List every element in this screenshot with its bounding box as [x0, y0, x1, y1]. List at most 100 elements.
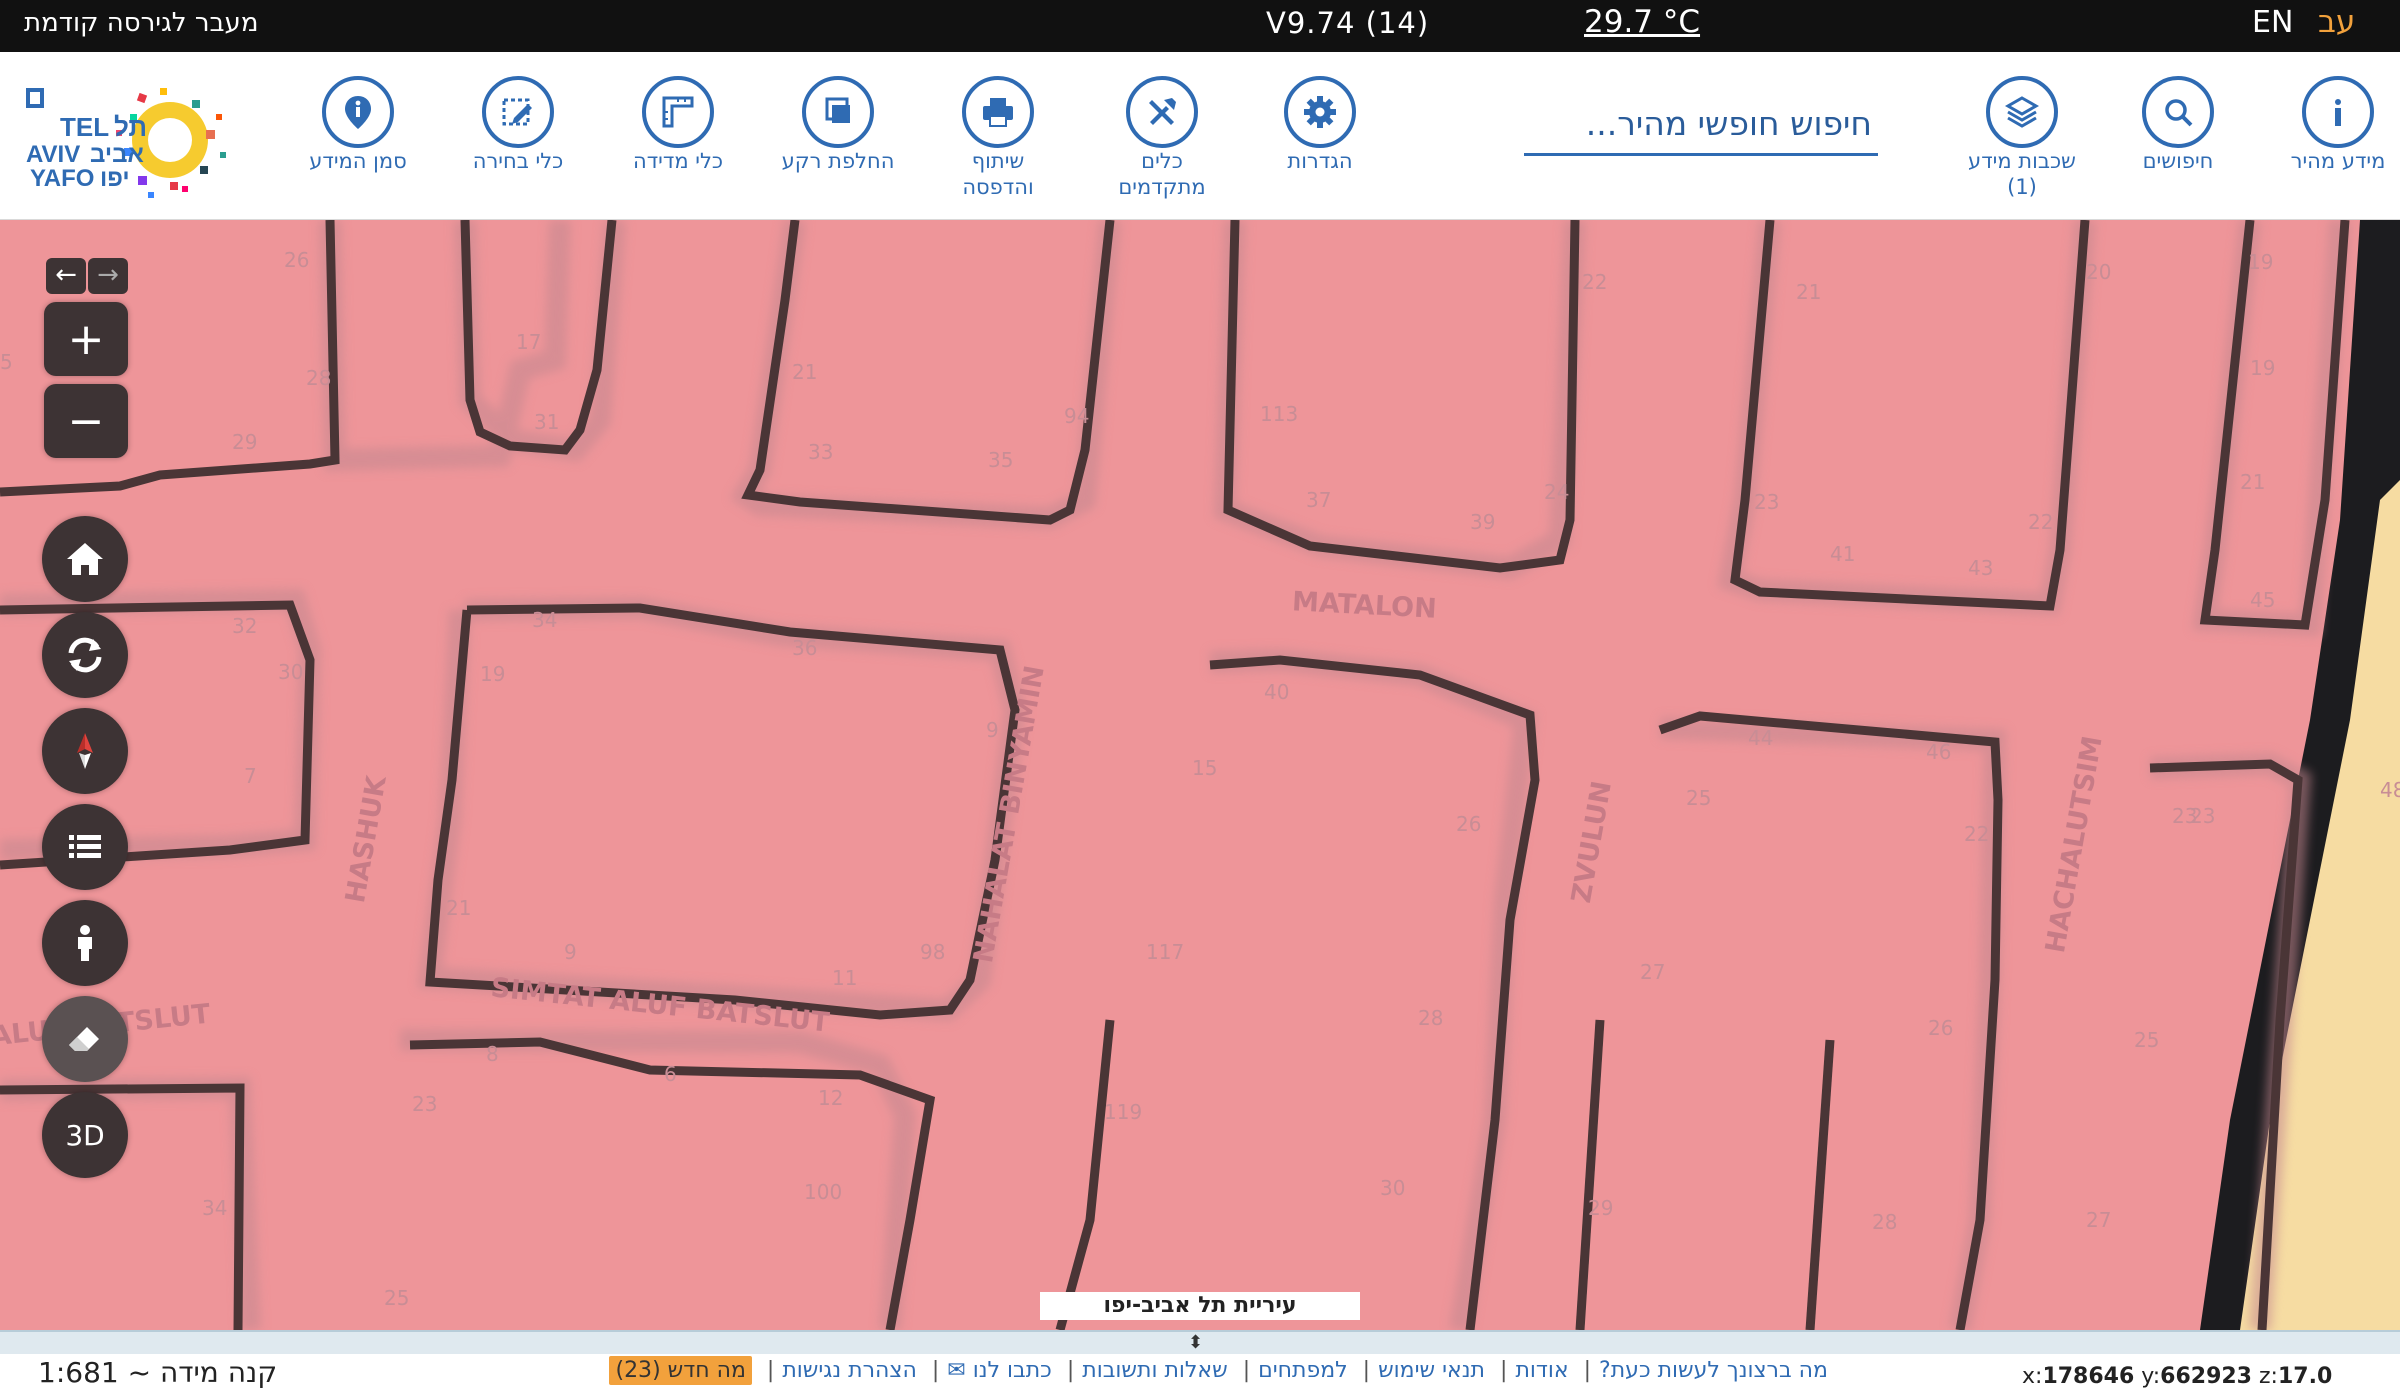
basemap-button[interactable]: החלפת רקע — [768, 76, 908, 174]
house-number: 25 — [1686, 786, 1712, 810]
house-number: 33 — [808, 440, 834, 464]
compass-icon — [77, 733, 93, 769]
house-number: 19 — [2250, 356, 2276, 380]
house-number: 21 — [1796, 280, 1822, 304]
house-number: 19 — [2248, 250, 2274, 274]
footer-link-developers[interactable]: למפתחים — [1258, 1358, 1348, 1383]
eraser-button[interactable] — [42, 996, 128, 1082]
house-number: 37 — [1306, 488, 1332, 512]
footer-link-what-to-do[interactable]: מה ברצונך לעשות כעת? — [1599, 1358, 1828, 1383]
house-number: 17 — [516, 330, 542, 354]
history-back-button[interactable]: ← — [46, 258, 86, 294]
tools-icon — [1149, 98, 1176, 125]
status-bar: קנה מידה ~ 1:681 מה ברצונך לעשות כעת?| א… — [0, 1354, 2400, 1394]
map-pin-icon — [345, 96, 371, 129]
panel-splitter[interactable]: ⬍ — [0, 1330, 2400, 1354]
house-number: 23 — [1754, 490, 1780, 514]
legend-list-button[interactable] — [42, 804, 128, 890]
house-number: 5 — [0, 350, 13, 374]
info-layers-button[interactable]: שכבות מידע (1) — [1952, 76, 2092, 200]
whats-new-badge[interactable]: מה חדש (23) — [609, 1356, 752, 1385]
house-number: 23 — [412, 1092, 438, 1116]
home-button[interactable] — [42, 516, 128, 602]
footer-links: מה ברצונך לעשות כעת?| אודות| תנאי שימוש|… — [578, 1356, 1828, 1392]
house-number: 22 — [1582, 270, 1608, 294]
info-marker-label: סמן המידע — [309, 149, 407, 173]
language-he-button[interactable]: עב — [2318, 4, 2355, 40]
history-forward-button[interactable]: → — [88, 258, 128, 294]
house-number: 27 — [1640, 960, 1666, 984]
svg-text:YAFO: YAFO — [30, 165, 94, 192]
advanced-tools-label: כלים מתקדמים — [1118, 149, 1206, 199]
basemap-label: החלפת רקע — [781, 149, 895, 173]
house-number: 44 — [1748, 726, 1774, 750]
house-number: 21 — [446, 896, 472, 920]
house-number: 28 — [1872, 1210, 1898, 1234]
map-view[interactable]: MATALON NAHALAT BINYAMIN ZVULUN HACHALUT… — [0, 220, 2400, 1330]
measure-tool-button[interactable]: כלי מדידה — [608, 76, 748, 174]
map-scale: קנה מידה ~ 1:681 — [38, 1356, 278, 1389]
main-toolbar: TEL תל AVIV אביב YAFO יפו סמן המידע כלי … — [0, 52, 2400, 220]
footer-link-accessibility[interactable]: הצהרת נגישות — [782, 1358, 917, 1383]
quick-info-label: מידע מהיר — [2290, 149, 2386, 173]
footer-link-about[interactable]: אודות — [1515, 1358, 1568, 1383]
ruler-icon — [662, 96, 694, 128]
select-pencil-icon — [502, 98, 532, 126]
settings-label: הגדרות — [1287, 149, 1353, 173]
house-number: 15 — [1192, 756, 1218, 780]
refresh-button[interactable] — [42, 612, 128, 698]
list-icon — [69, 835, 101, 858]
house-number: 41 — [1830, 542, 1856, 566]
search-icon — [2165, 99, 2193, 127]
tel-aviv-logo[interactable]: TEL תל AVIV אביב YAFO יפו — [20, 74, 250, 204]
top-bar: מעבר לגירסה קודמת V9.74 (14) 29.7 °C EN … — [0, 0, 2400, 52]
house-number: 31 — [534, 410, 560, 434]
language-en-button[interactable]: EN — [2252, 5, 2293, 40]
previous-version-link[interactable]: מעבר לגירסה קודמת — [24, 8, 258, 38]
house-number: 23 — [2172, 804, 2198, 828]
info-marker-button[interactable]: סמן המידע — [288, 76, 428, 174]
footer-link-contact[interactable]: כתבו לנו ✉ — [947, 1358, 1052, 1383]
house-number: 30 — [1380, 1176, 1406, 1200]
eraser-icon — [69, 1027, 99, 1051]
house-number: 46 — [1926, 740, 1952, 764]
compass-button[interactable] — [42, 708, 128, 794]
quick-info-button[interactable]: מידע מהיר — [2268, 76, 2400, 174]
select-tool-label: כלי בחירה — [472, 149, 564, 173]
coord-y: 662923 — [2160, 1364, 2252, 1389]
zoom-in-button[interactable]: + — [44, 302, 128, 376]
share-print-button[interactable]: שיתוף והדפסה — [928, 76, 1068, 200]
house-number: 26 — [1456, 812, 1482, 836]
house-number: 119 — [1104, 1100, 1143, 1124]
house-number: 32 — [232, 614, 258, 638]
advanced-tools-button[interactable]: כלים מתקדמים — [1092, 76, 1232, 200]
house-number: 48 — [2380, 778, 2400, 802]
temperature-link[interactable]: 29.7 °C — [1584, 4, 1700, 40]
coordinates-readout: x:178646 y:662923 z:17.0 — [2022, 1364, 2333, 1389]
measure-tool-label: כלי מדידה — [632, 149, 724, 173]
layers-copy-icon — [825, 97, 850, 123]
svg-text:AVIV: AVIV — [26, 141, 80, 168]
settings-button[interactable]: הגדרות — [1250, 76, 1390, 174]
house-number: 28 — [306, 366, 332, 390]
quick-search-input[interactable]: חיפוש חופשי מהיר... — [1524, 96, 1878, 156]
splitter-grip-icon[interactable]: ⬍ — [1188, 1332, 1203, 1353]
footer-link-terms[interactable]: תנאי שימוש — [1378, 1358, 1485, 1383]
house-number: 28 — [1418, 1006, 1444, 1030]
house-number: 45 — [2250, 588, 2276, 612]
house-number: 20 — [2086, 260, 2112, 284]
house-number: 30 — [278, 660, 304, 684]
searches-button[interactable]: חיפושים — [2108, 76, 2248, 174]
city-attribution-label: עיריית תל אביב-יפו — [1040, 1292, 1360, 1320]
coord-z: 17.0 — [2277, 1364, 2333, 1389]
house-number: 6 — [664, 1062, 677, 1086]
3d-view-button[interactable]: 3D — [42, 1092, 128, 1178]
house-number: 113 — [1260, 402, 1299, 426]
zoom-out-button[interactable]: − — [44, 384, 128, 458]
street-view-button[interactable] — [42, 900, 128, 986]
house-number: 7 — [244, 764, 257, 788]
select-tool-button[interactable]: כלי בחירה — [448, 76, 588, 174]
house-number: 117 — [1146, 940, 1185, 964]
house-number: 26 — [284, 248, 310, 272]
footer-link-faq[interactable]: שאלות ותשובות — [1082, 1358, 1227, 1383]
